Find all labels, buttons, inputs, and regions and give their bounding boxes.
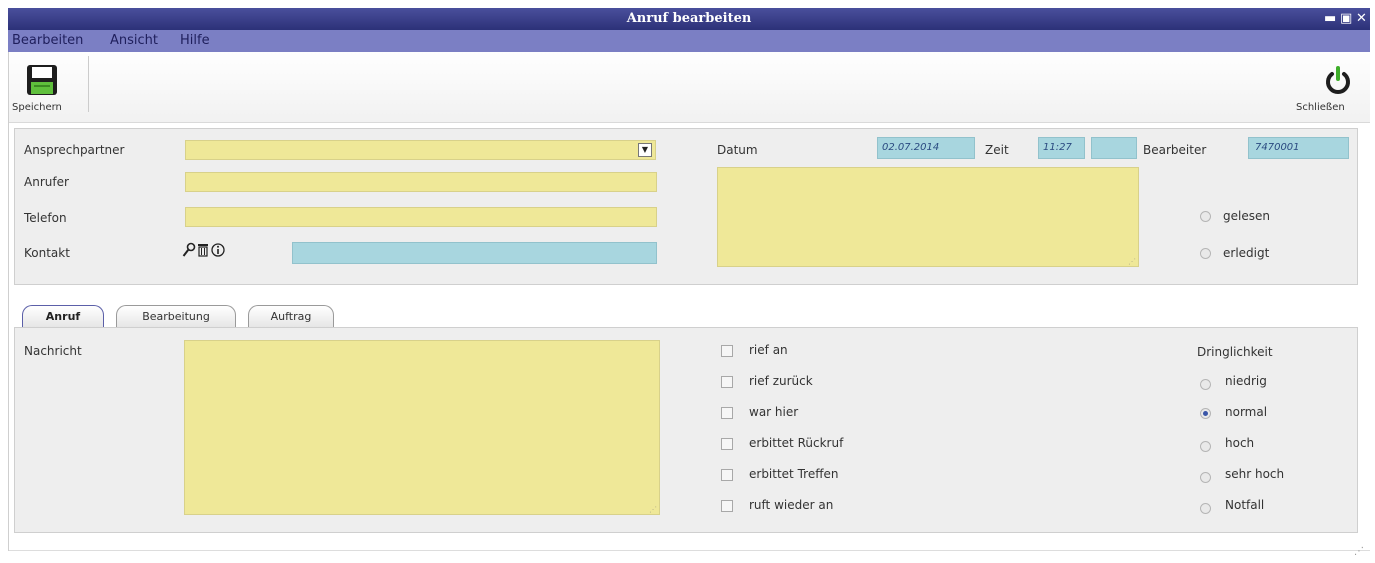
- floppy-disk-icon: [27, 65, 57, 95]
- radio-normal[interactable]: [1200, 408, 1211, 419]
- radio-notfall[interactable]: [1200, 503, 1211, 514]
- zeit-extra-value: [1092, 142, 1096, 153]
- anrufer-input[interactable]: [185, 172, 657, 192]
- resize-grip-icon[interactable]: ⋰: [649, 505, 657, 514]
- menu-hilfe[interactable]: Hilfe: [180, 30, 210, 52]
- maximize-icon[interactable]: ▣: [1340, 8, 1352, 30]
- telefon-input[interactable]: [185, 207, 657, 227]
- checkbox-label: erbittet Rückruf: [749, 436, 844, 450]
- minimize-icon[interactable]: ▬: [1324, 8, 1336, 30]
- resize-grip-icon[interactable]: ⋰: [1128, 257, 1136, 266]
- radio-sehr-hoch[interactable]: [1200, 472, 1211, 483]
- tab-auftrag[interactable]: Auftrag: [248, 305, 334, 327]
- toolbar: Speichern Schließen: [8, 52, 1370, 123]
- checkbox-rief-zurueck[interactable]: [721, 376, 733, 388]
- menu-ansicht[interactable]: Ansicht: [110, 30, 158, 52]
- checkbox-ruft-wieder-an[interactable]: [721, 500, 733, 512]
- anrufer-value: [186, 177, 190, 188]
- gelesen-radio[interactable]: [1200, 211, 1211, 222]
- checkbox-erbittet-treffen[interactable]: [721, 469, 733, 481]
- radio-label: hoch: [1225, 436, 1255, 450]
- save-button[interactable]: Speichern: [10, 62, 86, 118]
- anrufer-label: Anrufer: [24, 175, 69, 189]
- checkbox-label: rief zurück: [749, 374, 813, 388]
- window-resize-grip-icon[interactable]: ⋰: [1354, 546, 1364, 557]
- close-button[interactable]: Schließen: [1290, 62, 1368, 118]
- datum-label: Datum: [717, 143, 758, 157]
- power-icon: [1326, 66, 1350, 94]
- info-icon[interactable]: [211, 243, 225, 257]
- bearbeiter-value: 7470001: [1255, 142, 1300, 153]
- close-label: Schließen: [1296, 102, 1345, 113]
- erledigt-label: erledigt: [1223, 246, 1270, 260]
- ansprechpartner-select[interactable]: ▼: [185, 140, 656, 160]
- trash-icon[interactable]: [197, 243, 209, 257]
- window-left-border: [8, 52, 9, 551]
- zeit-label: Zeit: [985, 143, 1009, 157]
- search-icon[interactable]: [182, 242, 196, 258]
- checkbox-label: war hier: [749, 405, 799, 419]
- save-label: Speichern: [12, 102, 62, 113]
- header-panel: Ansprechpartner ▼ Anrufer Telefon Kontak…: [14, 128, 1358, 285]
- menu-bearbeiten[interactable]: Bearbeiten: [12, 30, 83, 52]
- checkbox-label: rief an: [749, 343, 788, 357]
- close-window-icon[interactable]: ✕: [1356, 8, 1367, 30]
- tab-anruf[interactable]: Anruf: [22, 305, 104, 327]
- telefon-label: Telefon: [24, 211, 67, 225]
- toolbar-separator: [88, 56, 89, 112]
- menubar: Bearbeiten Ansicht Hilfe: [8, 30, 1370, 52]
- bearbeiter-label: Bearbeiter: [1143, 143, 1207, 157]
- radio-label: Notfall: [1225, 498, 1265, 512]
- checkbox-erbittet-rueckruf[interactable]: [721, 438, 733, 450]
- kontakt-label: Kontakt: [24, 246, 70, 260]
- erledigt-radio[interactable]: [1200, 248, 1211, 259]
- radio-label: sehr hoch: [1225, 467, 1285, 481]
- bearbeiter-field[interactable]: 7470001: [1248, 137, 1349, 159]
- radio-label: normal: [1225, 405, 1268, 419]
- anruf-tab-panel: Nachricht ⋰ rief an rief zurück war hier…: [14, 327, 1358, 533]
- nachricht-value: [185, 345, 189, 356]
- checkbox-war-hier[interactable]: [721, 407, 733, 419]
- checkbox-rief-an[interactable]: [721, 345, 733, 357]
- checkbox-label: ruft wieder an: [749, 498, 834, 512]
- telefon-value: [186, 212, 190, 223]
- datum-field[interactable]: 02.07.2014: [877, 137, 975, 159]
- window-title: Anruf bearbeiten: [626, 11, 752, 26]
- header-notes-textarea[interactable]: ⋰: [717, 167, 1139, 267]
- dringlichkeit-label: Dringlichkeit: [1197, 345, 1273, 359]
- ansprechpartner-value: [186, 145, 190, 156]
- datum-value: 02.07.2014: [882, 142, 940, 153]
- nachricht-label: Nachricht: [24, 344, 82, 358]
- checkbox-label: erbittet Treffen: [749, 467, 839, 481]
- zeit-value: 11:27: [1043, 142, 1072, 153]
- radio-label: niedrig: [1225, 374, 1267, 388]
- zeit-extra-field[interactable]: [1091, 137, 1137, 159]
- nachricht-textarea[interactable]: ⋰: [184, 340, 660, 515]
- radio-hoch[interactable]: [1200, 441, 1211, 452]
- gelesen-label: gelesen: [1223, 209, 1270, 223]
- kontakt-value: [293, 247, 297, 258]
- window-bottom-border: [8, 550, 1370, 551]
- chevron-down-icon[interactable]: ▼: [638, 143, 652, 157]
- radio-niedrig[interactable]: [1200, 379, 1211, 390]
- tab-bearbeitung[interactable]: Bearbeitung: [116, 305, 236, 327]
- kontakt-field[interactable]: [292, 242, 657, 264]
- zeit-field[interactable]: 11:27: [1038, 137, 1085, 159]
- ansprechpartner-label: Ansprechpartner: [24, 143, 125, 157]
- window-titlebar: Anruf bearbeiten ▬ ▣ ✕: [8, 8, 1370, 30]
